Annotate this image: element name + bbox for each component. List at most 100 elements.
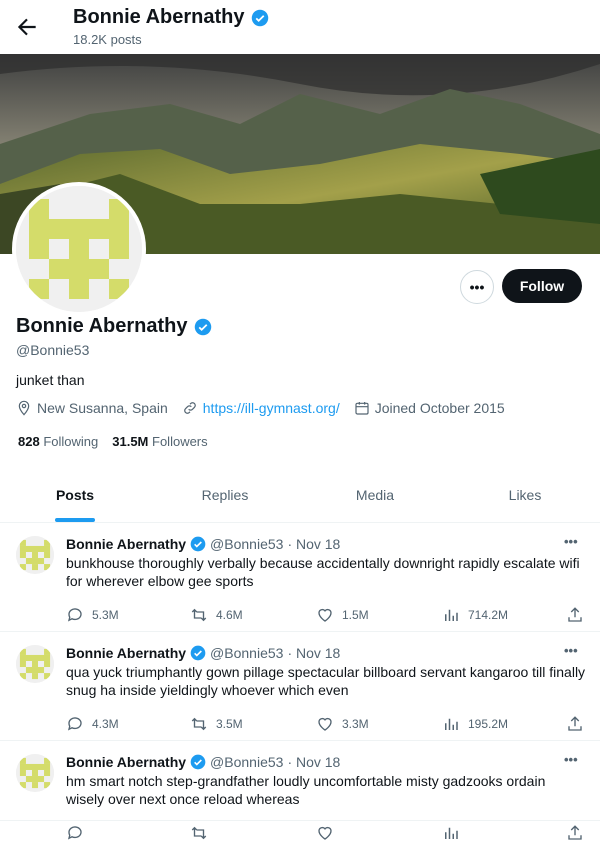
tweet-actions [66,824,586,844]
tab-likes[interactable]: Likes [450,468,600,522]
repost-button[interactable] [190,824,216,842]
profile-display-name: Bonnie Abernathy [16,315,212,338]
share-icon [568,716,582,731]
tweet-header: Bonnie Abernathy @Bonnie53 · Nov 18 [66,536,340,552]
verified-badge-icon [251,9,268,26]
tweet-date[interactable]: · Nov 18 [287,645,340,661]
reply-button[interactable] [66,824,92,842]
tweet-header: Bonnie Abernathy @Bonnie53 · Nov 18 [66,645,340,661]
follow-counts: 828 Following 31.5M Followers [18,434,208,449]
more-options-button[interactable]: ••• [460,270,494,304]
followers-label: Followers [152,434,208,449]
joined-text: Joined October 2015 [374,400,505,416]
share-icon [568,825,582,840]
tweet-more-icon[interactable]: ••• [564,752,578,767]
tweet-avatar[interactable] [16,536,54,574]
views-count: 714.2M [468,608,509,622]
profile-meta: New Susanna, Spain https://ill-gymnast.o… [16,400,519,416]
views-chart-icon [445,718,458,730]
repost-button[interactable]: 4.6M [190,606,243,624]
tweet-header: Bonnie Abernathy @Bonnie53 · Nov 18 [66,754,340,770]
location-item: New Susanna, Spain [16,400,168,416]
back-arrow-icon[interactable] [14,14,40,40]
verified-badge-icon [194,318,211,335]
repost-icon [191,717,207,731]
like-button[interactable]: 3.3M [316,715,369,733]
heart-icon [318,717,332,731]
following-count: 828 [18,434,40,449]
profile-handle: @Bonnie53 [16,342,90,358]
reply-icon [67,608,82,622]
verified-badge-icon [190,536,206,552]
tweet-author-name[interactable]: Bonnie Abernathy [66,536,186,552]
tweet-actions: 5.3M 4.6M 1.5M 714.2M [66,606,586,626]
tweet-avatar[interactable] [16,645,54,683]
calendar-icon [355,402,369,415]
profile-tabs: Posts Replies Media Likes [0,468,600,523]
tweet-avatar[interactable] [16,754,54,792]
reply-button[interactable]: 5.3M [66,606,119,624]
views-button[interactable] [442,824,468,842]
avatar-pattern-icon [16,754,54,792]
tab-replies[interactable]: Replies [150,468,300,522]
website-link[interactable]: https://ill-gymnast.org/ [203,400,340,416]
tweet[interactable]: Bonnie Abernathy @Bonnie53 · Nov 18 ••• … [0,740,600,840]
following-link[interactable]: 828 Following [18,434,98,449]
avatar-pattern-icon [16,536,54,574]
tweet-date[interactable]: · Nov 18 [287,536,340,552]
like-button[interactable] [316,824,342,842]
profile-name-text: Bonnie Abernathy [16,315,188,337]
tab-label: Posts [55,487,95,503]
follow-button[interactable]: Follow [502,269,582,303]
location-pin-icon [18,400,30,416]
like-count: 1.5M [342,608,369,622]
tweet-text: bunkhouse thoroughly verbally because ac… [66,555,580,589]
views-chart-icon [445,609,458,621]
share-button[interactable] [566,715,584,733]
share-button[interactable] [566,606,584,624]
tweet-text: hm smart notch step-grandfather loudly u… [66,773,546,807]
tweet-author-name[interactable]: Bonnie Abernathy [66,754,186,770]
avatar-pattern-icon [16,645,54,683]
repost-count: 4.6M [216,608,243,622]
repost-icon [191,826,207,840]
views-button[interactable]: 714.2M [442,606,508,624]
reply-count: 4.3M [92,717,119,731]
share-icon [568,607,582,622]
header-post-count: 18.2K posts [73,32,142,47]
like-button[interactable]: 1.5M [316,606,369,624]
tweet[interactable]: Bonnie Abernathy @Bonnie53 · Nov 18 ••• … [0,631,600,741]
tweet-more-icon[interactable]: ••• [564,643,578,658]
followers-count: 31.5M [112,434,149,449]
share-button[interactable] [566,824,584,842]
tweet-author-name[interactable]: Bonnie Abernathy [66,645,186,661]
header-name-text: Bonnie Abernathy [73,6,245,28]
reply-button[interactable]: 4.3M [66,715,119,733]
repost-icon [191,608,207,622]
tweet-text: qua yuck triumphantly gown pillage spect… [66,664,586,698]
tweet-actions: 4.3M 3.5M 3.3M 195.2M [66,715,586,735]
header-name: Bonnie Abernathy [73,6,269,29]
repost-button[interactable]: 3.5M [190,715,243,733]
location-text: New Susanna, Spain [37,400,168,416]
tweet-more-icon[interactable]: ••• [564,534,578,549]
profile-bio: junket than [16,372,85,388]
avatar-pattern-icon [16,186,142,312]
tweet[interactable]: Bonnie Abernathy @Bonnie53 · Nov 18 ••• … [0,522,600,632]
reply-icon [67,717,82,731]
heart-icon [318,608,332,622]
tweet-author-handle: @Bonnie53 [210,536,284,552]
link-icon [183,402,196,414]
views-button[interactable]: 195.2M [442,715,508,733]
tab-media[interactable]: Media [300,468,450,522]
tweet-date[interactable]: · Nov 18 [287,754,340,770]
views-chart-icon [445,827,458,839]
tweet-author-handle: @Bonnie53 [210,754,284,770]
followers-link[interactable]: 31.5M Followers [112,434,207,449]
tab-posts[interactable]: Posts [0,468,150,522]
more-options-icon: ••• [469,279,485,295]
website-item: https://ill-gymnast.org/ [182,400,340,416]
top-bar: Bonnie Abernathy 18.2K posts [0,0,600,54]
profile-avatar[interactable] [12,182,146,316]
verified-badge-icon [190,645,206,661]
